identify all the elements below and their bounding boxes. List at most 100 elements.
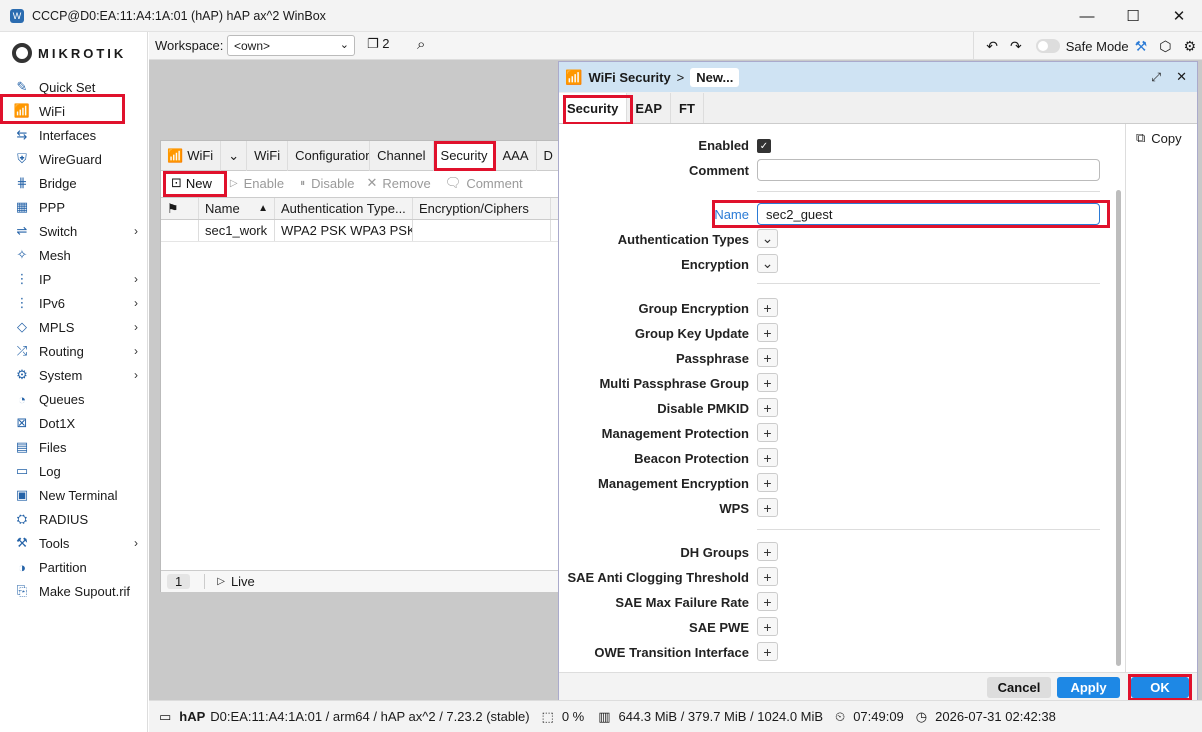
flag-icon[interactable]: ⚑ bbox=[161, 198, 199, 219]
sidebar-item-mpls[interactable]: ◇ MPLS › bbox=[12, 316, 144, 338]
tab-eap[interactable]: EAP bbox=[627, 93, 672, 123]
sae-anti-clogging-threshold-add-button[interactable]: + bbox=[757, 567, 778, 586]
interfaces-icon: ⇆ bbox=[16, 127, 28, 142]
search-icon[interactable]: ⌕ bbox=[417, 36, 425, 53]
owe-transition-interface-add-button[interactable]: + bbox=[757, 642, 778, 661]
close-icon[interactable]: ✕ bbox=[1156, 0, 1202, 32]
ip-icon: ⋮ bbox=[15, 271, 29, 286]
undo-icon[interactable]: ↶ bbox=[986, 38, 998, 55]
tab-security[interactable]: Security bbox=[433, 140, 496, 171]
multi-passphrase-group-add-button[interactable]: + bbox=[757, 373, 778, 392]
management-protection-add-button[interactable]: + bbox=[757, 423, 778, 442]
chevron-right-icon: › bbox=[134, 272, 138, 286]
device-info: D0:EA:11:A4:1A:01 / arm64 / hAP ax^2 / 7… bbox=[210, 709, 530, 724]
remove-button[interactable]: ✕ Remove bbox=[366, 175, 430, 191]
disable-button[interactable]: ⏸ Disable bbox=[300, 176, 354, 191]
close-icon[interactable]: ✕ bbox=[1176, 69, 1187, 85]
group-key-update-add-button[interactable]: + bbox=[757, 323, 778, 342]
sae-max-failure-rate-add-button[interactable]: + bbox=[757, 592, 778, 611]
redo-icon[interactable]: ↷ bbox=[1010, 38, 1022, 55]
auth-types-dropdown[interactable]: ⌄ bbox=[757, 229, 778, 248]
sae-pwe-add-button[interactable]: + bbox=[757, 617, 778, 636]
tab-menu-chevron[interactable]: ⌄ bbox=[221, 140, 248, 171]
tools-icon[interactable]: ⚒ bbox=[1135, 38, 1148, 55]
tab-configuration[interactable]: Configuration bbox=[288, 140, 371, 171]
name-field[interactable]: sec2_guest bbox=[757, 203, 1100, 225]
sidebar-item-tools[interactable]: ⚒ Tools › bbox=[12, 532, 144, 554]
encryption-dropdown[interactable]: ⌄ bbox=[757, 254, 778, 273]
restore-icon[interactable]: ⤢ bbox=[1151, 70, 1161, 85]
cell-enc bbox=[413, 220, 551, 241]
sidebar-item-wireguard[interactable]: ⛨ WireGuard bbox=[12, 148, 144, 170]
sidebar-item-interfaces[interactable]: ⇆ Interfaces bbox=[12, 124, 144, 146]
package-icon[interactable]: ⬡ bbox=[1159, 38, 1171, 55]
sidebar-item-wifi[interactable]: 📶 WiFi bbox=[12, 100, 144, 122]
cancel-button[interactable]: Cancel bbox=[987, 677, 1051, 698]
mpls-icon: ◇ bbox=[17, 319, 27, 334]
wireguard-icon: ⛨ bbox=[17, 151, 27, 166]
sidebar-item-ip[interactable]: ⋮ IP › bbox=[12, 268, 144, 290]
wps-add-button[interactable]: + bbox=[757, 498, 778, 517]
table-row[interactable]: sec1_work WPA2 PSK WPA3 PSK bbox=[161, 220, 559, 242]
x-icon: ✕ bbox=[366, 175, 378, 190]
wps-label: WPS bbox=[719, 501, 749, 516]
safe-mode-toggle[interactable] bbox=[1035, 39, 1060, 53]
enable-button[interactable]: ▷ Enable bbox=[230, 176, 284, 191]
sidebar-item-switch[interactable]: ⇌ Switch › bbox=[12, 220, 144, 242]
workspace-select[interactable]: <own> ⌄ bbox=[227, 35, 355, 56]
maximize-icon[interactable]: ☐ bbox=[1110, 0, 1156, 32]
settings-gear-icon[interactable]: ⚙ bbox=[1183, 38, 1196, 55]
minimize-icon[interactable]: — bbox=[1064, 0, 1110, 32]
sidebar-item-make-supout-rif[interactable]: ⎘ Make Supout.rif bbox=[12, 580, 144, 602]
sidebar-item-files[interactable]: ▤ Files bbox=[12, 436, 144, 458]
passphrase-add-button[interactable]: + bbox=[757, 348, 778, 367]
wifi-icon: 📶 bbox=[565, 68, 583, 85]
sidebar-item-ipv6[interactable]: ⋮ IPv6 › bbox=[12, 292, 144, 314]
ok-button[interactable]: OK bbox=[1131, 677, 1189, 698]
new-button[interactable]: ⊡ New bbox=[171, 175, 212, 191]
comment-button[interactable]: 🗨 Comment bbox=[445, 175, 523, 191]
terminal-icon: ▣ bbox=[15, 487, 29, 502]
sidebar-item-mesh[interactable]: ✧ Mesh bbox=[12, 244, 144, 266]
tab-wifi[interactable]: WiFi bbox=[247, 140, 289, 171]
sidebar-item-quick-set[interactable]: ✎ Quick Set bbox=[12, 76, 144, 98]
col-enc[interactable]: Encryption/Ciphers bbox=[413, 198, 551, 219]
apply-button[interactable]: Apply bbox=[1057, 677, 1120, 698]
dh-groups-add-button[interactable]: + bbox=[757, 542, 778, 561]
sidebar-item-queues[interactable]: ◔ Queues bbox=[12, 388, 144, 410]
tab-channel[interactable]: Channel bbox=[370, 140, 434, 171]
routing-icon: ⤮ bbox=[16, 343, 28, 358]
windows-count[interactable]: ❐ 2 bbox=[367, 36, 390, 52]
live-toggle[interactable]: ▷ Live bbox=[204, 574, 255, 589]
sidebar-item-bridge[interactable]: ⋕ Bridge bbox=[12, 172, 144, 194]
chevron-right-icon: › bbox=[134, 296, 138, 310]
comment-field[interactable] bbox=[757, 159, 1100, 181]
tab-ft[interactable]: FT bbox=[671, 93, 704, 123]
sidebar-item-radius[interactable]: ⛭ RADIUS bbox=[12, 508, 144, 530]
disable-pmkid-add-button[interactable]: + bbox=[757, 398, 778, 417]
beacon-protection-add-button[interactable]: + bbox=[757, 448, 778, 467]
enabled-checkbox[interactable]: ✓ bbox=[757, 139, 771, 153]
tab-security[interactable]: Security bbox=[559, 93, 628, 123]
form-scrollbar[interactable] bbox=[1116, 190, 1121, 666]
sidebar-item-routing[interactable]: ⤮ Routing › bbox=[12, 340, 144, 362]
radius-icon: ⛭ bbox=[16, 511, 28, 526]
copy-button[interactable]: ⧉ Copy bbox=[1136, 130, 1182, 146]
group-encryption-add-button[interactable]: + bbox=[757, 298, 778, 317]
winbox-logo-icon: W bbox=[10, 8, 24, 23]
sidebar-item-partition[interactable]: ◑ Partition bbox=[12, 556, 144, 578]
management-encryption-add-button[interactable]: + bbox=[757, 473, 778, 492]
col-auth[interactable]: Authentication Type... bbox=[275, 198, 413, 219]
tab-aaa[interactable]: AAA bbox=[496, 140, 537, 171]
security-window-header: 📶 WiFi Security > New... ⤢ ✕ bbox=[559, 62, 1197, 92]
chevron-down-icon: ⌄ bbox=[339, 39, 349, 51]
encryption-label: Encryption bbox=[681, 257, 749, 272]
sidebar-item-ppp[interactable]: ▦ PPP bbox=[12, 196, 144, 218]
window-title: CCCP@D0:EA:11:A4:1A:01 (hAP) hAP ax^2 Wi… bbox=[32, 8, 326, 23]
sidebar-item-log[interactable]: ▭ Log bbox=[12, 460, 144, 482]
workspace-label: Workspace: bbox=[155, 38, 224, 53]
sidebar-item-dot1x[interactable]: ⊠ Dot1X bbox=[12, 412, 144, 434]
sidebar-item-new-terminal[interactable]: ▣ New Terminal bbox=[12, 484, 144, 506]
sidebar-item-system[interactable]: ⚙ System › bbox=[12, 364, 144, 386]
col-name[interactable]: Name ▲ bbox=[199, 198, 275, 219]
